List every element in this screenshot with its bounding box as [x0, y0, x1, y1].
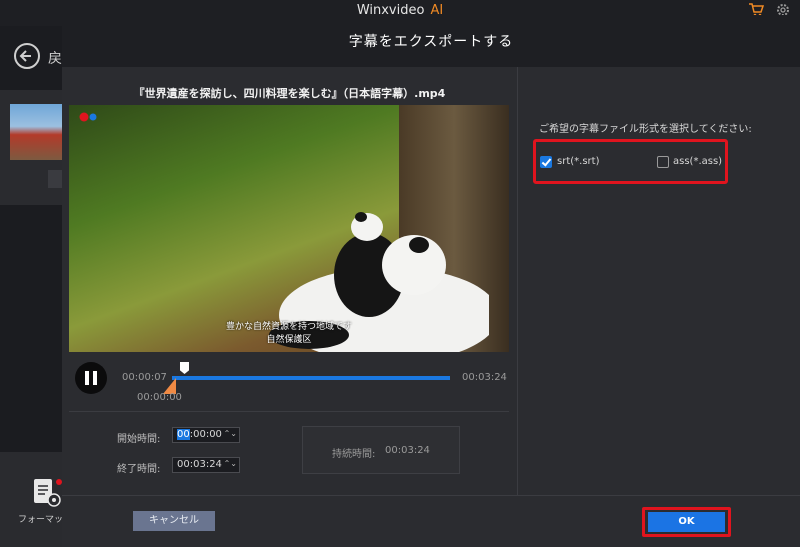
video-preview: 豊かな自然資源を持つ地域です 自然保護区: [69, 105, 509, 352]
total-time: 00:03:24: [462, 372, 507, 383]
ok-button[interactable]: OK: [648, 512, 725, 532]
srt-option-label[interactable]: srt(*.srt): [557, 156, 599, 167]
back-button[interactable]: [14, 43, 40, 69]
trim-start-marker-time: 00:00:00: [137, 392, 182, 403]
spinner-arrows-icon[interactable]: ⌃⌄: [224, 429, 237, 438]
start-time-rest: :00:00: [189, 429, 222, 440]
video-subtitle-line-1: 豊かな自然資源を持つ地域です: [225, 322, 352, 332]
cancel-button[interactable]: キャンセル: [133, 511, 215, 531]
dialog-title: 字幕をエクスポートする: [348, 34, 514, 50]
duration-label: 持続時間:: [332, 449, 376, 460]
arrow-left-icon: [19, 50, 31, 62]
background-control: [48, 170, 62, 188]
playhead-handle[interactable]: [180, 362, 189, 374]
section-divider: [69, 411, 509, 412]
duration-panel: 持続時間: 00:03:24: [302, 426, 460, 474]
ass-checkbox[interactable]: [657, 156, 669, 168]
export-subtitles-dialog: 字幕をエクスポートする 『世界遺産を探訪し、四川料理を楽しむ』（日本語字幕）.m…: [62, 15, 800, 547]
ass-option-label[interactable]: ass(*.ass): [673, 156, 722, 167]
channel-logo-icon: [79, 112, 97, 122]
footer-divider: [62, 495, 800, 496]
document-settings-icon[interactable]: [32, 478, 62, 508]
background-video-thumbnail: [10, 104, 62, 160]
format-tool-label: フォーマット: [18, 515, 62, 525]
start-time-input[interactable]: 00:00:00 ⌃⌄: [172, 427, 240, 443]
dialog-header: 字幕をエクスポートする: [62, 15, 800, 67]
format-prompt: ご希望の字幕ファイル形式を選択してください:: [539, 124, 752, 135]
end-time-input[interactable]: 00:03:24 ⌃⌄: [172, 457, 240, 473]
video-file-name: 『世界遺産を探訪し、四川料理を楽しむ』（日本語字幕）.mp4: [133, 87, 446, 100]
video-subtitle-line-2: 自然保護区: [266, 335, 312, 345]
pause-button[interactable]: [75, 362, 107, 394]
current-time: 00:00:07: [122, 372, 167, 383]
srt-checkbox[interactable]: [540, 156, 552, 168]
timeline-track[interactable]: [172, 376, 450, 380]
spinner-arrows-icon[interactable]: ⌃⌄: [224, 459, 237, 468]
column-divider: [517, 67, 518, 495]
timeline-progress: [172, 376, 450, 380]
end-time-label: 終了時間:: [117, 464, 161, 475]
start-time-selected-segment: 00: [177, 429, 190, 440]
duration-value: 00:03:24: [385, 445, 430, 456]
back-label: 戻: [48, 51, 62, 67]
start-time-label: 開始時間:: [117, 434, 161, 445]
end-time-value: 00:03:24: [177, 459, 222, 470]
